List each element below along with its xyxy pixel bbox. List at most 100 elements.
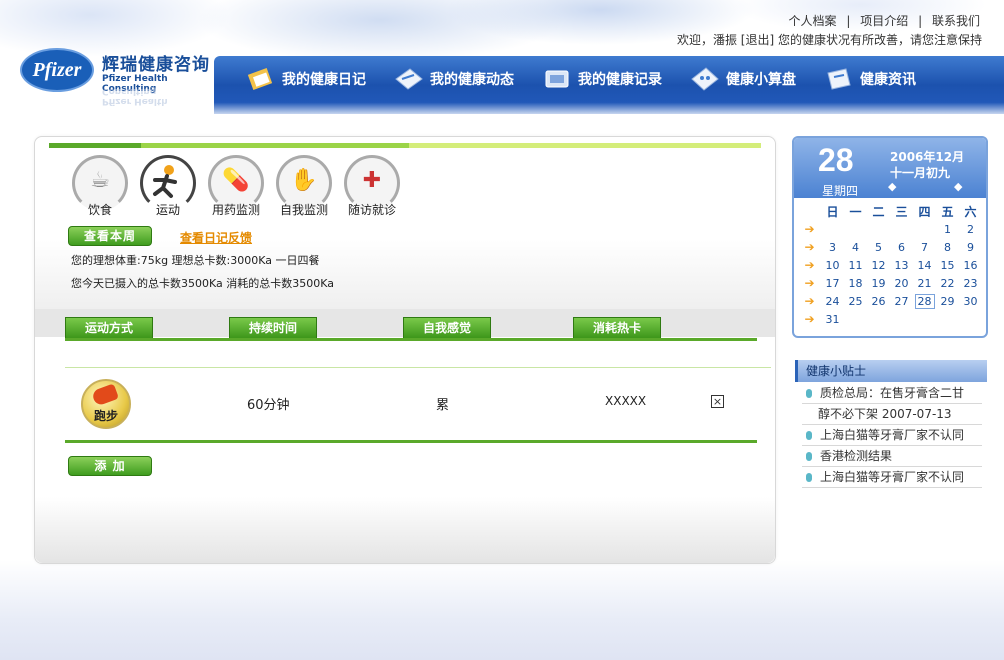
delete-row-button[interactable]: × (711, 395, 724, 408)
tip-item[interactable]: 质检总局：在售牙膏含二甘 (802, 383, 982, 404)
bullet-icon (806, 389, 812, 398)
welcome-user: 欢迎，潘振 (676, 33, 737, 47)
calendar-date[interactable]: 1 (936, 220, 959, 238)
nav-health-calculator[interactable]: 健康小算盘 (690, 64, 796, 94)
calendar-grid: 日 一 二 三 四 五 六 ➔ 1 2 ➔ 3 4 5 6 7 8 9 ➔ 10 11 12 13 14 15 16… (798, 202, 982, 328)
tip-item-continued[interactable]: 醇不必下架 2007-07-13 (802, 404, 982, 425)
weekday-header: 四 (918, 204, 931, 219)
calendar-date[interactable]: 12 (867, 256, 890, 274)
calendar-date (844, 310, 867, 328)
category-label: 运动 (155, 203, 180, 217)
calendar-date[interactable]: 10 (821, 256, 844, 274)
tip-item[interactable]: 上海白猫等牙膏厂家不认同 (802, 467, 982, 488)
logo-mark: Pfizer (20, 48, 94, 92)
calendar-week-row: ➔ 17 18 19 20 21 22 23 (798, 274, 982, 292)
calendar-date (936, 310, 959, 328)
link-profile[interactable]: 个人档案 (789, 14, 837, 28)
weekday-header: 一 (849, 204, 862, 219)
week-arrow-icon[interactable]: ➔ (798, 256, 821, 274)
week-arrow-icon[interactable]: ➔ (798, 310, 821, 328)
calendar-date[interactable]: 30 (959, 292, 982, 310)
category-label: 自我监测 (279, 203, 328, 217)
feeling-cell: 累 (436, 398, 450, 413)
calendar-year-month: 2006年12月 (890, 150, 965, 164)
nav-health-dynamics[interactable]: 我的健康动态 (394, 64, 514, 94)
tips-title: 健康小贴士 (795, 360, 987, 382)
category-label: 饮食 (87, 203, 112, 217)
calendar-date[interactable]: 3 (821, 238, 844, 256)
calendar-date[interactable]: 6 (890, 238, 913, 256)
calendar-date[interactable]: 9 (959, 238, 982, 256)
calendar-date[interactable]: 2 (959, 220, 982, 238)
calendar-next-icon[interactable]: ◆ (954, 180, 962, 193)
calendar-today[interactable]: 28 (914, 293, 935, 309)
separator: | (918, 14, 923, 28)
view-week-button[interactable]: 查看本周 (68, 226, 152, 246)
duration-cell: 60分钟 (247, 398, 290, 413)
calendar-lunar-date: 十一月初九 (890, 166, 951, 180)
calendar-date[interactable]: 8 (936, 238, 959, 256)
ideal-stats: 您的理想体重:75kg 理想总卡数:3000Ka 一日四餐 (71, 254, 320, 267)
category-label: 用药监测 (211, 203, 260, 217)
calendar-date[interactable]: 16 (959, 256, 982, 274)
calendar-date[interactable]: 19 (867, 274, 890, 292)
tip-item[interactable]: 上海白猫等牙膏厂家不认同 (802, 425, 982, 446)
week-arrow-icon[interactable]: ➔ (798, 292, 821, 310)
weekday-header: 六 (964, 204, 977, 219)
nav-health-records[interactable]: 我的健康记录 (542, 64, 662, 94)
weekday-header: 日 (826, 204, 839, 219)
calendar-date[interactable]: 21 (913, 274, 936, 292)
category-follow-up[interactable]: ✚ 随访就诊 (341, 155, 403, 217)
category-self-monitor[interactable]: ✋ 自我监测 (273, 155, 335, 217)
nav-health-news[interactable]: 健康资讯 (824, 64, 916, 94)
running-icon: 跑步 (81, 379, 131, 429)
nav-health-diary[interactable]: 我的健康日记 (246, 64, 366, 94)
calendar-date[interactable]: 11 (844, 256, 867, 274)
calendar-week-row: ➔ 1 2 (798, 220, 982, 238)
diary-icon (246, 65, 276, 93)
view-feedback-link[interactable]: 查看日记反馈 (180, 229, 252, 246)
calendar-date[interactable]: 31 (821, 310, 844, 328)
category-food[interactable]: ☕ 饮食 (69, 155, 131, 217)
calendar-date[interactable]: 28 (913, 292, 936, 310)
diary-summary: ☕ 饮食 运动 💊 用药监测 ✋ 自我监测 ✚ 随访就诊 查看本周 查看日记反馈… (35, 137, 775, 309)
separator: | (846, 14, 851, 28)
category-exercise[interactable]: 运动 (137, 155, 199, 217)
divider (65, 367, 771, 368)
calendar-date[interactable]: 27 (890, 292, 913, 310)
week-arrow-icon[interactable]: ➔ (798, 274, 821, 292)
week-arrow-icon[interactable]: ➔ (798, 238, 821, 256)
calendar-date[interactable]: 4 (844, 238, 867, 256)
calendar-date[interactable]: 22 (936, 274, 959, 292)
add-button[interactable]: 添 加 (68, 456, 152, 476)
week-arrow-icon[interactable]: ➔ (798, 220, 821, 238)
records-icon (542, 65, 572, 93)
weekday-header: 五 (941, 204, 954, 219)
calendar-date[interactable]: 29 (936, 292, 959, 310)
calendar-date[interactable]: 14 (913, 256, 936, 274)
link-contact[interactable]: 联系我们 (932, 14, 980, 28)
logo-title: 辉瑞健康咨询 (102, 55, 210, 75)
calendar-date (821, 220, 844, 238)
calendar-date[interactable]: 13 (890, 256, 913, 274)
calendar-date[interactable]: 15 (936, 256, 959, 274)
calendar-date[interactable]: 25 (844, 292, 867, 310)
calendar-date (959, 310, 982, 328)
calendar-prev-icon[interactable]: ◆ (888, 180, 896, 193)
calendar-date[interactable]: 26 (867, 292, 890, 310)
calendar-date[interactable]: 5 (867, 238, 890, 256)
calendar-date[interactable]: 17 (821, 274, 844, 292)
calendar-date[interactable]: 18 (844, 274, 867, 292)
calendar-date (913, 310, 936, 328)
bullet-icon (806, 473, 812, 482)
logout-link[interactable]: [退出] (741, 33, 774, 47)
calendar-date[interactable]: 23 (959, 274, 982, 292)
calendar-date[interactable]: 24 (821, 292, 844, 310)
tip-item[interactable]: 香港检测结果 (802, 446, 982, 467)
calendar-date (867, 310, 890, 328)
logo[interactable]: Pfizer 辉瑞健康咨询 Pfizer Health Consulting P… (20, 46, 210, 106)
link-project-intro[interactable]: 项目介绍 (860, 14, 908, 28)
calendar-date[interactable]: 20 (890, 274, 913, 292)
category-medication[interactable]: 💊 用药监测 (205, 155, 267, 217)
calendar-date[interactable]: 7 (913, 238, 936, 256)
